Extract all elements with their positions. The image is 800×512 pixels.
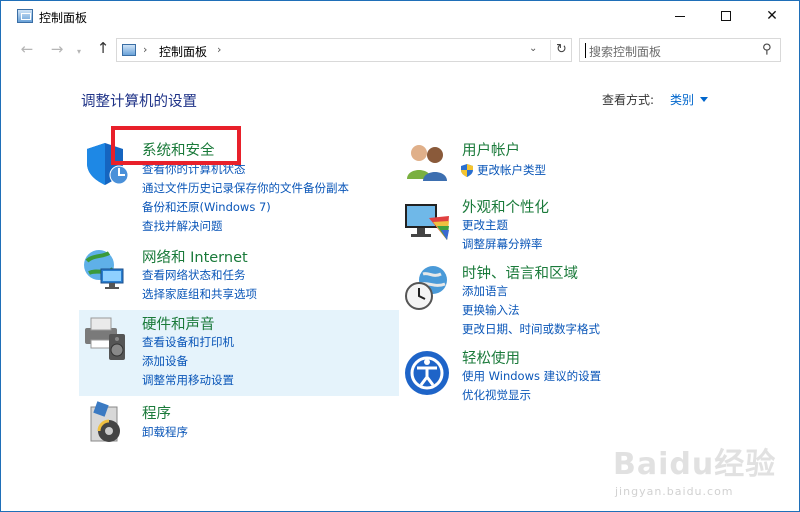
annotation-highlight-box [111,126,241,165]
close-button[interactable]: ✕ [749,1,795,31]
address-dropdown-icon[interactable]: ⌄ [529,43,537,54]
category-link[interactable]: 查看网络状态和任务 [142,267,246,283]
forward-button[interactable]: → [47,40,67,58]
uac-shield-icon [461,164,473,177]
users-icon [407,145,447,181]
category-link[interactable]: 优化视觉显示 [462,387,531,403]
recent-locations-icon[interactable]: ▾ [77,47,81,56]
category-network-internet: 网络和 Internet 查看网络状态和任务 选择家庭组和共享选项 [79,241,399,307]
main-content: 调整计算机的设置 查看方式: 类别 系统和安全 查看你的计算机状态 通过文件历史… [1,67,799,511]
control-panel-icon [122,44,136,56]
category-link[interactable]: 更改帐户类型 [477,162,546,178]
globe-network-icon [84,250,124,289]
search-input[interactable]: 搜索控制面板 ⚲ [579,38,781,62]
control-panel-window: 控制面板 ✕ ← → ▾ ↑ › 控制面板 › ⌄ ↻ 搜索控制面板 ⚲ 调整计… [0,0,800,512]
category-link[interactable]: 卸载程序 [142,424,188,440]
category-link[interactable]: 调整屏幕分辨率 [462,236,543,252]
category-title[interactable]: 网络和 Internet [142,246,248,267]
category-link[interactable]: 添加设备 [142,353,188,369]
monitor-palette-icon [405,204,449,240]
dropdown-arrow-icon[interactable] [700,97,708,102]
category-link[interactable]: 查找并解决问题 [142,218,223,234]
category-title[interactable]: 硬件和声音 [142,313,215,334]
category-link[interactable]: 更改主题 [462,217,508,233]
view-by-dropdown[interactable]: 类别 [670,91,694,108]
programs-icon [90,401,120,442]
category-title[interactable]: 用户帐户 [462,139,520,160]
maximize-button[interactable] [703,1,749,31]
watermark-url: jingyan.baidu.com [615,485,734,498]
view-by-label: 查看方式: [602,93,655,107]
title-bar[interactable]: 控制面板 ✕ [1,1,799,33]
breadcrumb-item[interactable]: 控制面板 [159,43,207,60]
category-link[interactable]: 调整常用移动设置 [142,372,234,388]
globe-clock-icon [405,266,447,310]
minimize-icon [675,15,685,17]
category-link[interactable]: 通过文件历史记录保存你的文件备份副本 [142,180,349,196]
watermark-logo: Baidu经验 [613,447,777,482]
category-link[interactable]: 更换输入法 [462,302,520,318]
printer-speaker-icon [85,317,125,360]
category-clock-language-region: 时钟、语言和区域 添加语言 更换输入法 更改日期、时间或数字格式 [401,260,721,340]
navigation-bar: ← → ▾ ↑ › 控制面板 › ⌄ ↻ 搜索控制面板 ⚲ [1,33,799,67]
category-title[interactable]: 程序 [142,402,171,423]
category-link[interactable]: 选择家庭组和共享选项 [142,286,257,302]
ease-of-access-icon [405,351,449,395]
refresh-button[interactable]: ↻ [550,40,572,60]
baidu-watermark: Baidu经验 jingyan.baidu.com [613,439,793,509]
category-link[interactable]: 添加语言 [462,283,508,299]
search-placeholder: 搜索控制面板 [589,45,662,59]
category-link[interactable]: 使用 Windows 建议的设置 [462,368,601,384]
control-panel-icon [17,9,33,23]
category-title[interactable]: 时钟、语言和区域 [462,262,578,283]
category-ease-of-access: 轻松使用 使用 Windows 建议的设置 优化视觉显示 [401,345,721,407]
category-user-accounts: 用户帐户 更改帐户类型 [401,131,721,181]
category-hardware-sound[interactable]: 硬件和声音 查看设备和打印机 添加设备 调整常用移动设置 [79,310,399,396]
close-icon: ✕ [766,8,778,24]
minimize-button[interactable] [657,1,703,31]
up-button[interactable]: ↑ [95,39,111,57]
category-title[interactable]: 轻松使用 [462,347,520,368]
back-button[interactable]: ← [17,40,37,58]
category-link[interactable]: 查看设备和打印机 [142,334,234,350]
text-caret [585,43,586,58]
category-link[interactable]: 备份和还原(Windows 7) [142,199,271,215]
category-appearance: 外观和个性化 更改主题 调整屏幕分辨率 [401,192,721,252]
breadcrumb-chevron-icon[interactable]: › [217,43,221,56]
breadcrumb-chevron-icon[interactable]: › [143,43,147,56]
page-heading: 调整计算机的设置 [81,94,197,110]
category-title[interactable]: 外观和个性化 [462,196,549,217]
search-icon[interactable]: ⚲ [762,42,772,57]
window-title: 控制面板 [39,11,88,25]
maximize-icon [721,11,731,21]
category-link[interactable]: 更改日期、时间或数字格式 [462,321,600,337]
address-bar[interactable]: › 控制面板 › ⌄ ↻ [116,38,572,62]
category-programs: 程序 卸载程序 [79,399,399,449]
